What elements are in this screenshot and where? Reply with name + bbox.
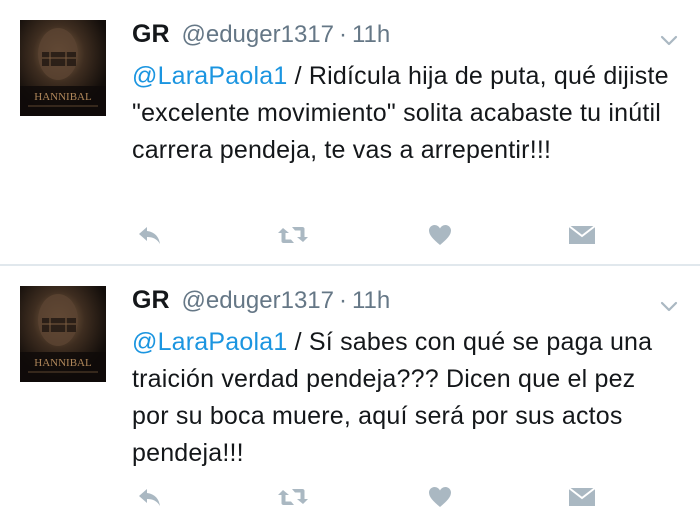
user-handle[interactable]: @eduger1317: [182, 21, 334, 49]
avatar-caption: HANNIBAL: [34, 91, 92, 103]
tweet-feed: HANNIBAL GR @eduger1317 · 11h @LaraPaola…: [0, 0, 700, 530]
chevron-down-icon[interactable]: [660, 34, 678, 46]
tweet-header: GR @eduger1317 · 11h: [132, 286, 390, 320]
mention-link[interactable]: @LaraPaola1: [132, 62, 287, 90]
tweet: HANNIBAL GR @eduger1317 · 11h @LaraPaola…: [0, 0, 700, 264]
tweet-text: @LaraPaola1 / Ridícula hija de puta, qué…: [132, 58, 672, 169]
separator: ·: [338, 287, 347, 314]
retweet-icon[interactable]: [277, 482, 309, 512]
separator: ·: [338, 21, 347, 48]
user-handle[interactable]: @eduger1317: [182, 287, 334, 315]
heart-icon[interactable]: [428, 482, 452, 512]
avatar[interactable]: HANNIBAL: [20, 20, 106, 116]
display-name[interactable]: GR: [132, 286, 170, 315]
retweet-icon[interactable]: [277, 220, 309, 250]
reply-icon[interactable]: [136, 220, 162, 250]
mention-link[interactable]: @LaraPaola1: [132, 328, 287, 356]
reply-icon[interactable]: [136, 482, 162, 512]
timestamp[interactable]: 11h: [352, 21, 390, 49]
tweet-actions: [0, 220, 700, 250]
tweet-text: @LaraPaola1 / Sí sabes con qué se paga u…: [132, 324, 672, 472]
heart-icon[interactable]: [428, 220, 452, 250]
tweet: HANNIBAL GR @eduger1317 · 11h @LaraPaola…: [0, 266, 700, 530]
display-name[interactable]: GR: [132, 20, 170, 49]
tweet-header: GR @eduger1317 · 11h: [132, 20, 390, 54]
avatar-caption: HANNIBAL: [34, 357, 92, 369]
tweet-actions: [0, 482, 700, 512]
chevron-down-icon[interactable]: [660, 300, 678, 312]
direct-message-icon[interactable]: [568, 482, 596, 512]
timestamp[interactable]: 11h: [352, 287, 390, 315]
direct-message-icon[interactable]: [568, 220, 596, 250]
avatar[interactable]: HANNIBAL: [20, 286, 106, 382]
